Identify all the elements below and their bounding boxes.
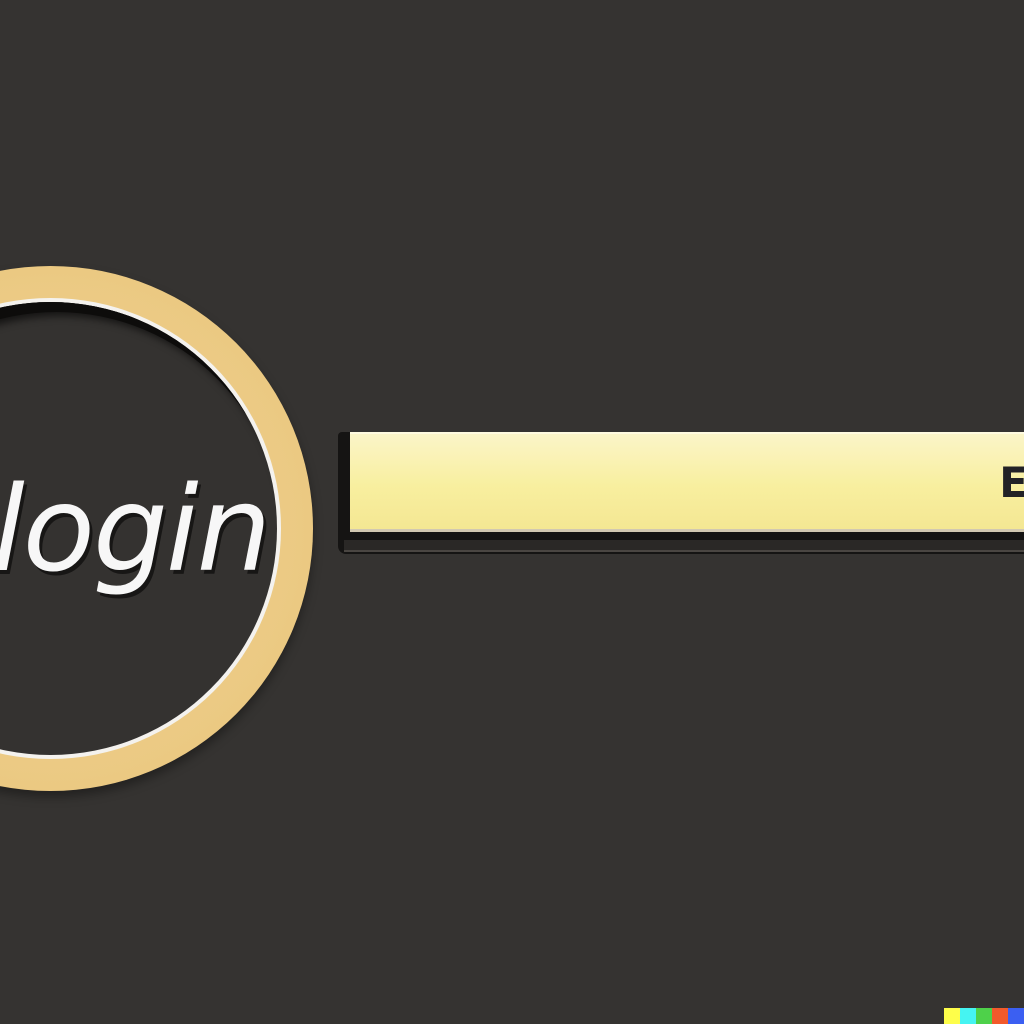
login-button-face: login — [0, 302, 277, 755]
login-button-rim: login — [0, 298, 281, 759]
stripe-swatch — [1008, 1008, 1024, 1024]
login-screen: login E — [0, 0, 1024, 1024]
input-bar: E — [338, 424, 1024, 554]
color-stripe-watermark — [944, 1008, 1024, 1024]
stripe-swatch — [944, 1008, 960, 1024]
stripe-swatch — [992, 1008, 1008, 1024]
text-input-value: E — [999, 458, 1024, 507]
text-input-field[interactable]: E — [350, 432, 1024, 532]
login-button-label: login — [0, 460, 271, 598]
login-button[interactable]: login — [0, 266, 313, 791]
input-bar-lip — [344, 540, 1024, 552]
stripe-swatch — [976, 1008, 992, 1024]
stripe-swatch — [960, 1008, 976, 1024]
